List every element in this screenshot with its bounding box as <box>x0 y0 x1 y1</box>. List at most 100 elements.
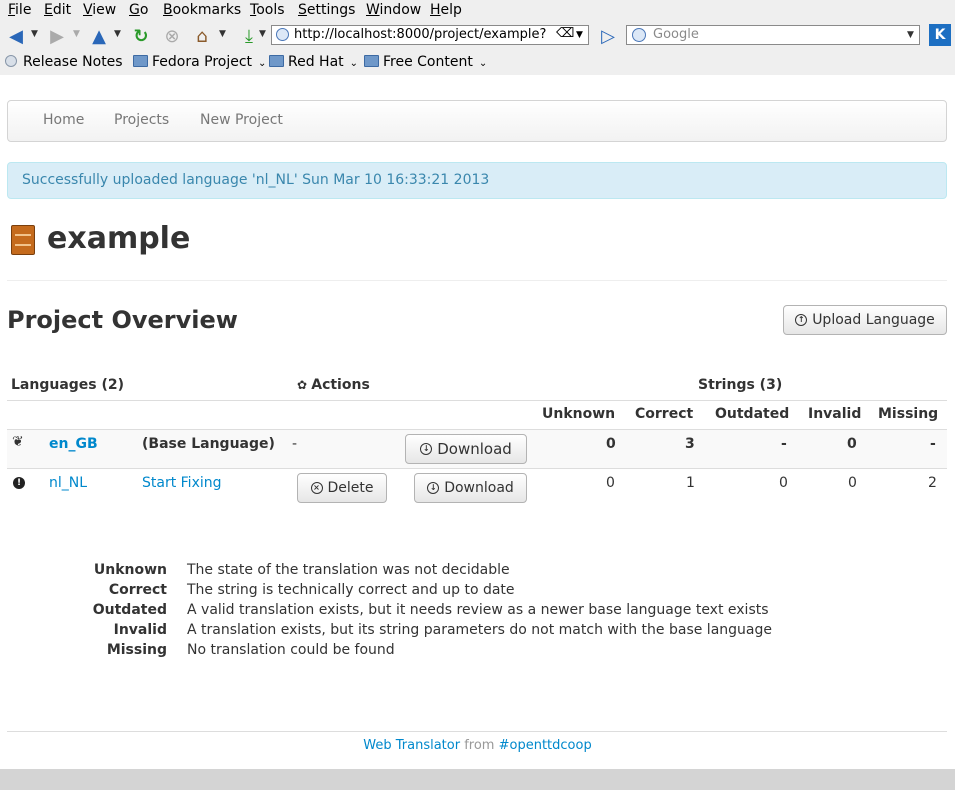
menu-settings[interactable]: Settings <box>298 2 355 18</box>
base-language-note: (Base Language) <box>142 436 275 452</box>
legend-description: A translation exists, but its string par… <box>187 622 772 638</box>
col-outdated: Outdated <box>715 406 790 422</box>
lang-link-en-gb[interactable]: en_GB <box>49 436 98 452</box>
bookmarks-bar: Release Notes Fedora Project ⌄ Red Hat ⌄ F… <box>0 51 955 75</box>
up-arrow-icon[interactable]: ▲ <box>87 25 111 47</box>
reload-icon[interactable]: ↻ <box>129 25 153 47</box>
delete-button[interactable]: × Delete <box>297 473 387 503</box>
menu-file[interactable]: File <box>8 2 31 18</box>
home-dropdown-icon[interactable]: ▼ <box>219 29 226 39</box>
download-button-en-gb[interactable]: ↓ Download <box>405 434 527 464</box>
search-dropdown-icon[interactable]: ▼ <box>907 30 914 40</box>
menu-bar: File Edit View Go Bookmarks Tools Settin… <box>0 0 955 22</box>
download-circle-icon: ↓ <box>420 443 433 455</box>
menu-help[interactable]: Help <box>430 2 462 18</box>
lang-link-nl-nl[interactable]: nl_NL <box>49 475 87 491</box>
correct-count: 3 <box>685 436 695 452</box>
outdated-count: - <box>781 436 787 452</box>
bookmark-fedora-project[interactable]: Fedora Project ⌄ <box>133 54 266 70</box>
start-fixing-link[interactable]: Start Fixing <box>142 475 222 491</box>
legend-description: A valid translation exists, but it needs… <box>187 602 769 618</box>
col-missing: Missing <box>878 406 939 422</box>
site-navbar: Home Projects New Project <box>7 100 947 142</box>
menu-view[interactable]: View <box>83 2 116 18</box>
home-icon[interactable]: ⌂ <box>190 25 214 47</box>
success-alert: Successfully uploaded language 'nl_NL' S… <box>7 162 947 199</box>
gear-icon: ✿ <box>297 378 312 392</box>
search-engine-icon[interactable] <box>632 28 646 42</box>
url-bar[interactable]: http://localhost:8000/project/example?m … <box>271 25 589 45</box>
languages-header: Languages (2) <box>11 377 125 393</box>
stop-icon[interactable]: ⊗ <box>160 25 184 47</box>
chevron-down-icon: ⌄ <box>349 58 359 69</box>
forward-dropdown-icon[interactable]: ▼ <box>73 29 80 39</box>
download-circle-icon: ↓ <box>427 482 440 494</box>
back-dropdown-icon[interactable]: ▼ <box>31 29 38 39</box>
col-invalid: Invalid <box>808 406 862 422</box>
project-title: example <box>47 221 191 256</box>
menu-window[interactable]: Window <box>366 2 421 18</box>
globe-icon <box>276 28 289 41</box>
nav-home[interactable]: Home <box>43 112 84 128</box>
download-dropdown-icon[interactable]: ▼ <box>259 29 266 39</box>
url-dropdown-icon[interactable]: ▼ <box>576 30 583 40</box>
go-icon[interactable]: ▷ <box>596 25 620 47</box>
legend-term: Unknown <box>93 562 167 578</box>
menu-tools[interactable]: Tools <box>250 2 285 18</box>
footer: Web Translator from #openttdcoop <box>0 738 955 753</box>
correct-count: 1 <box>686 475 695 491</box>
forward-arrow-icon[interactable]: ▶ <box>45 25 69 47</box>
bookmark-free-content[interactable]: Free Content ⌄ <box>364 54 487 70</box>
chevron-down-icon: ⌄ <box>478 58 488 69</box>
clear-url-icon[interactable]: ⌫ <box>556 26 574 41</box>
browser-chrome: File Edit View Go Bookmarks Tools Settin… <box>0 0 955 75</box>
folder-icon <box>269 55 284 67</box>
strings-header: Strings (3) <box>698 377 783 393</box>
status-bar <box>0 769 955 790</box>
search-bar[interactable]: Google ▼ <box>626 25 920 45</box>
legend-term: Invalid <box>113 622 167 638</box>
chevron-down-icon: ⌄ <box>258 58 267 69</box>
legend-term: Correct <box>108 582 167 598</box>
invalid-count: 0 <box>848 475 857 491</box>
outdated-count: 0 <box>779 475 788 491</box>
download-icon[interactable]: ⤓ <box>237 25 261 47</box>
table-divider <box>7 468 947 469</box>
back-arrow-icon[interactable]: ◀ <box>4 25 28 47</box>
upload-circle-icon: ↑ <box>795 314 808 326</box>
exclamation-icon: ! <box>13 477 25 489</box>
upload-language-button[interactable]: ↑ Upload Language <box>783 305 947 335</box>
nav-new-project[interactable]: New Project <box>200 112 283 128</box>
file-cabinet-icon <box>11 225 35 255</box>
openttdcoop-link[interactable]: #openttdcoop <box>499 738 592 753</box>
missing-count: - <box>930 436 936 452</box>
divider <box>7 280 947 281</box>
menu-edit[interactable]: Edit <box>44 2 71 18</box>
legend-description: The state of the translation was not dec… <box>187 562 510 578</box>
kde-logo-icon: K <box>929 24 951 46</box>
overview-heading: Project Overview <box>7 306 238 334</box>
download-button-nl-nl[interactable]: ↓ Download <box>414 473 527 503</box>
footer-from: from <box>464 738 495 753</box>
bookmark-red-hat[interactable]: Red Hat ⌄ <box>269 54 358 70</box>
invalid-count: 0 <box>847 436 857 452</box>
url-text: http://localhost:8000/project/example?m <box>294 27 546 42</box>
web-translator-link[interactable]: Web Translator <box>363 738 460 753</box>
legend-term: Missing <box>106 642 167 658</box>
table-divider <box>7 400 947 401</box>
legend-description: No translation could be found <box>187 642 395 658</box>
navigation-toolbar: ◀ ▼ ▶ ▼ ▲ ▼ ↻ ⊗ ⌂ ▼ ⤓ ▼ http://localhost… <box>0 23 955 49</box>
nav-projects[interactable]: Projects <box>114 112 169 128</box>
actions-header: ✿ Actions <box>297 377 370 393</box>
col-unknown: Unknown <box>542 406 616 422</box>
folder-icon <box>364 55 379 67</box>
alert-message: Successfully uploaded language 'nl_NL' S… <box>22 172 490 188</box>
up-dropdown-icon[interactable]: ▼ <box>114 29 121 39</box>
bookmark-release-notes[interactable]: Release Notes <box>5 54 123 70</box>
page-icon <box>5 55 17 67</box>
menu-bookmarks[interactable]: Bookmarks <box>163 2 241 18</box>
no-action: - <box>292 436 298 452</box>
menu-go[interactable]: Go <box>129 2 148 18</box>
col-correct: Correct <box>635 406 694 422</box>
delete-circle-icon: × <box>310 482 323 494</box>
